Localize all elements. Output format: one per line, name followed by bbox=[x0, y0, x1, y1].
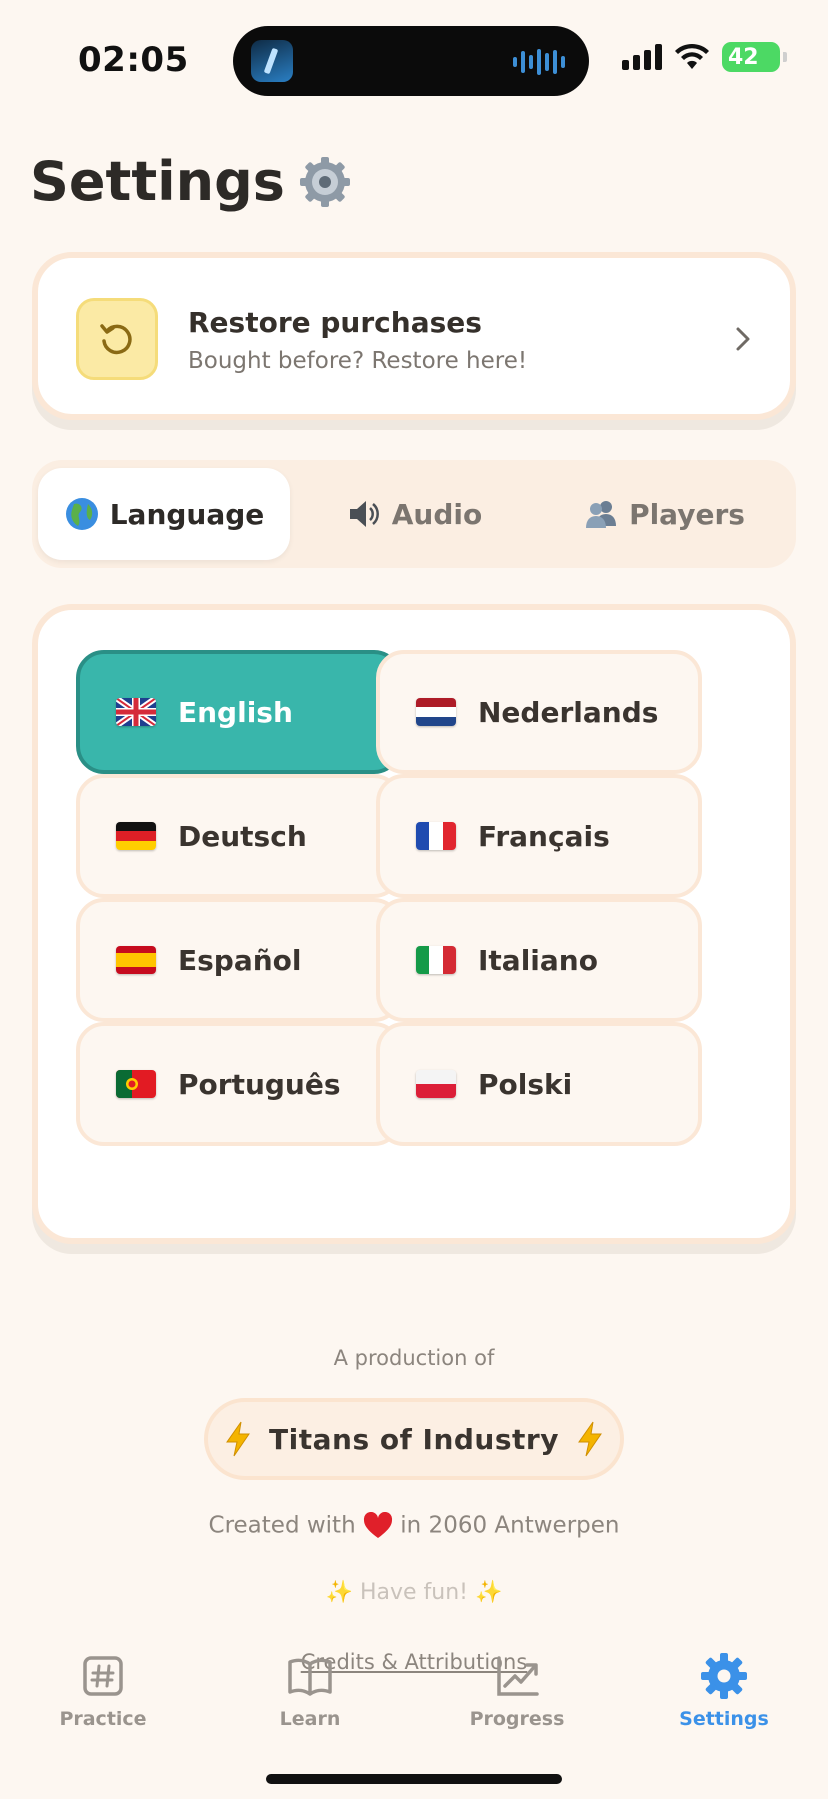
language-panel: English Nederlands Deutsch Français Espa bbox=[32, 604, 796, 1244]
cellular-signal-icon bbox=[622, 44, 662, 70]
gear-icon bbox=[701, 1653, 747, 1699]
tab-audio[interactable]: Audio bbox=[294, 468, 534, 560]
battery-icon: 42 bbox=[722, 42, 787, 72]
tab-players-label: Players bbox=[629, 497, 745, 531]
language-label: Español bbox=[178, 943, 302, 977]
language-option-deutsch[interactable]: Deutsch bbox=[76, 774, 402, 898]
language-label: Polski bbox=[478, 1067, 573, 1101]
company-badge[interactable]: Titans of Industry bbox=[204, 1398, 624, 1480]
status-bar: 02:05 42 bbox=[0, 0, 828, 110]
tabbar-label: Learn bbox=[279, 1708, 341, 1730]
de-flag-icon bbox=[116, 822, 156, 850]
tab-players[interactable]: Players bbox=[538, 468, 790, 560]
it-flag-icon bbox=[416, 946, 456, 974]
tabbar-label: Progress bbox=[469, 1708, 565, 1730]
pt-flag-icon bbox=[116, 1070, 156, 1098]
bottom-tab-bar: Practice Learn Progress Settings bbox=[0, 1640, 828, 1750]
language-option-english[interactable]: English bbox=[76, 650, 402, 774]
language-option-francais[interactable]: Français bbox=[376, 774, 702, 898]
page-title: Settings bbox=[30, 150, 285, 213]
status-time: 02:05 bbox=[78, 40, 189, 80]
gear-icon bbox=[299, 156, 350, 207]
heart-icon bbox=[363, 1512, 392, 1538]
language-option-italiano[interactable]: Italiano bbox=[376, 898, 702, 1022]
battery-level: 42 bbox=[728, 44, 759, 70]
nl-flag-icon bbox=[416, 698, 456, 726]
lightning-icon bbox=[578, 1421, 602, 1457]
tab-language-label: Language bbox=[109, 497, 265, 531]
created-with-line: Created with in 2060 Antwerpen bbox=[0, 1512, 828, 1540]
dynamic-island[interactable] bbox=[233, 26, 589, 96]
es-flag-icon bbox=[116, 946, 156, 974]
title-row: Settings bbox=[30, 150, 351, 213]
wifi-icon bbox=[675, 43, 709, 69]
tabbar-label: Settings bbox=[679, 1708, 769, 1730]
have-fun-text: ✨ Have fun! ✨ bbox=[325, 1580, 503, 1605]
language-label: Nederlands bbox=[478, 695, 659, 729]
now-playing-app-icon bbox=[251, 40, 293, 82]
audio-waveform-icon bbox=[513, 48, 565, 76]
language-label: Português bbox=[178, 1067, 341, 1101]
language-option-espanol[interactable]: Español bbox=[76, 898, 402, 1022]
tabbar-progress[interactable]: Progress bbox=[437, 1652, 597, 1730]
chevron-right-icon bbox=[736, 327, 750, 351]
tab-language[interactable]: Language bbox=[38, 468, 290, 560]
language-option-nederlands[interactable]: Nederlands bbox=[376, 650, 702, 774]
company-name: Titans of Industry bbox=[269, 1422, 559, 1456]
globe-icon bbox=[65, 498, 98, 530]
restore-purchases-card[interactable]: Restore purchases Bought before? Restore… bbox=[32, 252, 796, 420]
language-label: Français bbox=[478, 819, 610, 853]
hash-icon bbox=[83, 1656, 123, 1696]
restore-subtitle: Bought before? Restore here! bbox=[188, 348, 528, 374]
tabbar-learn[interactable]: Learn bbox=[230, 1652, 390, 1730]
language-option-polski[interactable]: Polski bbox=[376, 1022, 702, 1146]
tabbar-settings[interactable]: Settings bbox=[644, 1652, 804, 1730]
home-indicator[interactable] bbox=[266, 1774, 562, 1784]
created-prefix: Created with bbox=[208, 1512, 356, 1539]
book-icon bbox=[288, 1658, 332, 1696]
tabbar-practice[interactable]: Practice bbox=[23, 1652, 183, 1730]
settings-screen: 02:05 42 Settings Restore purchases Boug… bbox=[0, 0, 828, 1799]
restore-icon bbox=[76, 298, 158, 380]
chart-icon bbox=[497, 1656, 539, 1696]
players-icon bbox=[586, 501, 617, 528]
lightning-icon bbox=[226, 1421, 250, 1457]
language-option-portugues[interactable]: Português bbox=[76, 1022, 402, 1146]
language-label: English bbox=[178, 695, 293, 729]
speaker-icon bbox=[349, 501, 379, 527]
created-suffix: in 2060 Antwerpen bbox=[400, 1512, 620, 1539]
uk-flag-icon bbox=[116, 698, 156, 726]
fr-flag-icon bbox=[416, 822, 456, 850]
tab-audio-label: Audio bbox=[391, 497, 483, 531]
language-label: Deutsch bbox=[178, 819, 307, 853]
pl-flag-icon bbox=[416, 1070, 456, 1098]
status-icons: 42 bbox=[622, 42, 787, 72]
language-label: Italiano bbox=[478, 943, 598, 977]
settings-tabs: Language Audio Players bbox=[32, 460, 796, 568]
production-label: A production of bbox=[333, 1346, 495, 1370]
tabbar-label: Practice bbox=[59, 1708, 147, 1730]
restore-title: Restore purchases bbox=[188, 306, 482, 339]
